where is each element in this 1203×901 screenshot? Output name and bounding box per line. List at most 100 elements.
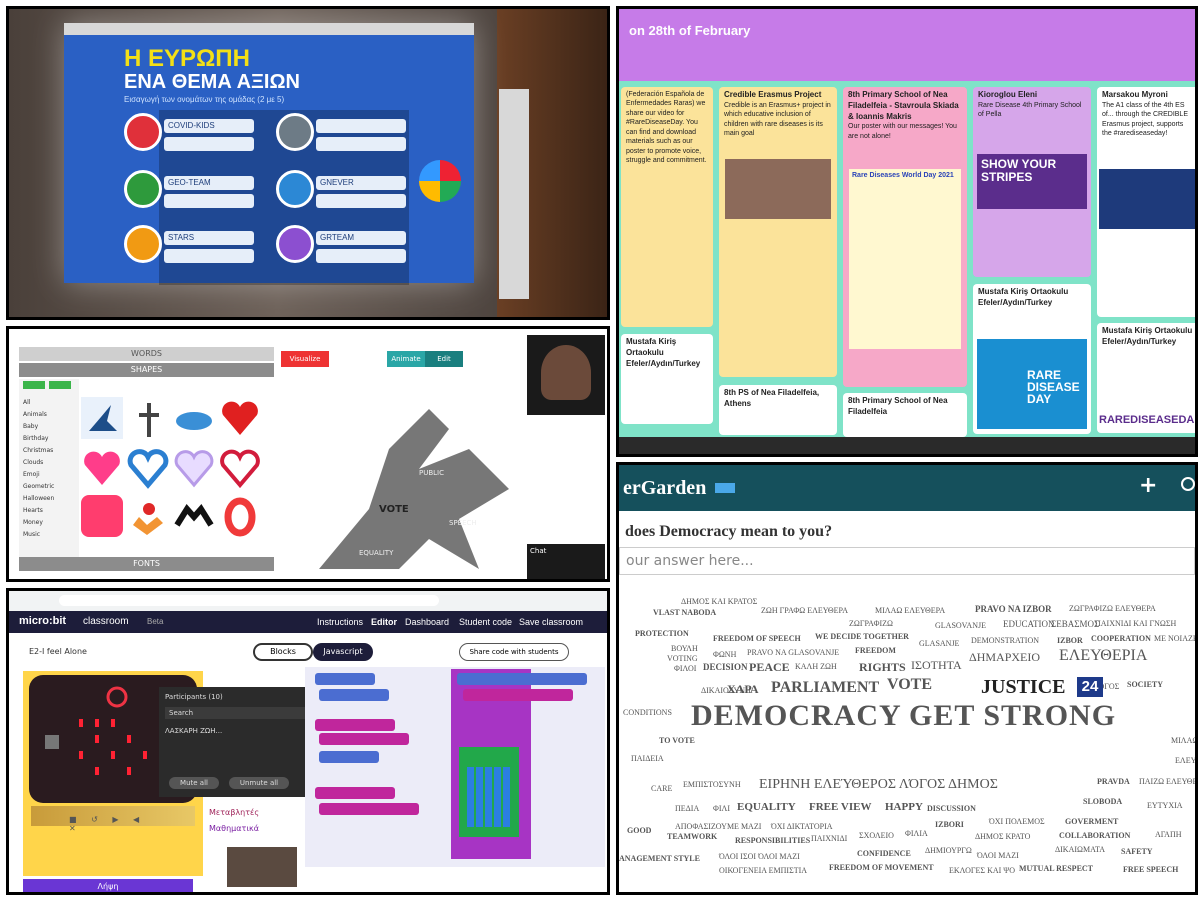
team-name-5[interactable]: GNEVER	[316, 176, 406, 190]
nav-editor[interactable]: Editor	[371, 617, 397, 627]
answer-input[interactable]: our answer here...	[619, 547, 1195, 575]
unmute-all-button[interactable]: Unmute all	[229, 777, 289, 789]
ring-shape-icon[interactable]	[219, 495, 261, 537]
nav-dashboard[interactable]: Dashboard	[405, 617, 449, 627]
code-block[interactable]	[457, 673, 587, 685]
question-title: does Democracy mean to you?	[625, 523, 833, 540]
participant-item[interactable]: ΛΑΣΚΑΡΗ ΖΩΗ...	[165, 725, 313, 737]
dancer-shape-icon[interactable]	[81, 397, 123, 439]
swirl-heart-shape-icon[interactable]	[219, 447, 261, 489]
padlet-post[interactable]: Credible Erasmus Project Credible is an E…	[719, 87, 837, 377]
participants-search[interactable]: Search	[165, 707, 313, 719]
category-math[interactable]: Μαθηματικά	[209, 824, 289, 836]
sim-controls[interactable]: ■ ↺ ▶ ◀ ✕	[69, 815, 149, 833]
category-variables[interactable]: Μεταβλητές	[209, 808, 289, 820]
cloud-word: EQUALITY	[359, 549, 394, 557]
team-member-slot[interactable]	[164, 137, 254, 151]
heart-badge-shape-icon[interactable]	[81, 495, 123, 537]
team-name-1[interactable]: COVID-KIDS	[164, 119, 254, 133]
blue-heart-shape-icon[interactable]	[127, 447, 169, 489]
padlet-post[interactable]: 8th Primary School of Nea Filadelfeia	[843, 393, 967, 437]
projected-quiz-screen: Η ΕΥΡΩΠΗ ΕΝΑ ΘΕΜΑ ΑΞΙΩΝ Εισαγωγή των ονο…	[64, 23, 474, 285]
robot-shape-icon[interactable]	[127, 397, 169, 439]
mute-all-button[interactable]: Mute all	[169, 777, 219, 789]
add-image-button[interactable]	[23, 381, 45, 389]
team-name-2[interactable]: GEO-TEAM	[164, 176, 254, 190]
lavender-heart-shape-icon[interactable]	[173, 447, 215, 489]
heart-shape-icon[interactable]	[219, 397, 261, 439]
hashtag-text: RAREDISEASEDA	[1099, 414, 1195, 426]
code-block[interactable]	[319, 689, 389, 701]
cloud-word: VOTING	[667, 654, 698, 663]
cloud-word: ΜΕ ΝΟΙΑΖΕΙ	[1154, 634, 1198, 643]
code-block[interactable]	[319, 803, 419, 815]
big-word: PARLIAMENT	[771, 679, 880, 696]
cloud-shape-icon[interactable]	[173, 397, 215, 439]
nav-save-classroom[interactable]: Save classroom	[519, 617, 583, 627]
edit-button[interactable]: Edit	[425, 351, 463, 367]
cloud-word: ΜΙΛΑΩ ΕΛΕΥΘΕΡΑ	[875, 606, 946, 615]
cloud-word: ΙΣΟΤΗΤΑ	[911, 658, 962, 672]
add-text-button[interactable]	[49, 381, 71, 389]
visualize-button[interactable]: Visualize	[281, 351, 329, 367]
code-block[interactable]	[315, 787, 395, 799]
category-list[interactable]: All Animals Baby Birthday Christmas Clouds Emo…	[23, 397, 63, 541]
code-block[interactable]	[319, 751, 379, 763]
cloud-word: RESPONSIBILITIES	[735, 836, 811, 845]
cloud-word: ΜΙΛΑΩ	[1171, 736, 1198, 745]
team-name-6[interactable]: GRTEAM	[316, 231, 406, 245]
team-red-icon	[124, 113, 162, 151]
search-icon[interactable]	[1181, 477, 1195, 491]
tab-fonts[interactable]: FONTS	[19, 557, 274, 571]
cloud-word: ΌΧΙ ΔΙΚΤΑΤΟΡΙΑ	[771, 822, 833, 831]
pink-heart-shape-icon[interactable]	[81, 447, 123, 489]
code-block[interactable]	[319, 733, 409, 745]
cloud-word: TEAMWORK	[667, 832, 718, 841]
share-code-button[interactable]: Share code with students	[459, 643, 569, 661]
add-icon[interactable]: +	[1139, 473, 1157, 498]
team-name-3[interactable]: STARS	[164, 231, 254, 245]
participants-panel: Participants (10) Search ΛΑΣΚΑΡΗ ΖΩΗ... …	[159, 687, 319, 797]
hands-heart-shape-icon[interactable]	[127, 495, 169, 537]
team-blue-icon	[276, 170, 314, 208]
stripes-image: SHOW YOUR STRIPES	[977, 154, 1087, 209]
code-block[interactable]	[315, 719, 395, 731]
download-button[interactable]: Λήψη	[23, 879, 193, 892]
led-grid[interactable]	[467, 767, 511, 827]
video-tile	[527, 335, 605, 415]
nav-student-code[interactable]: Student code	[459, 617, 512, 627]
team-member-slot[interactable]	[164, 249, 254, 263]
team-name-4[interactable]	[316, 119, 406, 133]
cloud-word: ΕΛΕΥ	[1175, 756, 1197, 765]
team-member-slot[interactable]	[316, 194, 406, 208]
padlet-post[interactable]: Mustafa Kiriş Ortaokulu Efeler/Aydın/Tur…	[621, 334, 713, 424]
projection-photo-panel: Η ΕΥΡΩΠΗ ΕΝΑ ΘΕΜΑ ΑΞΙΩΝ Εισαγωγή των ονο…	[6, 6, 610, 320]
hand-heart-shape-icon[interactable]	[173, 495, 215, 537]
cloud-word: MUTUAL RESPECT	[1019, 864, 1094, 873]
tab-words[interactable]: WORDS	[19, 347, 274, 361]
team-member-slot[interactable]	[316, 137, 406, 151]
microbit-logo: micro:bit	[19, 615, 67, 627]
project-name[interactable]: E2-I feel Alone	[29, 647, 87, 656]
cloud-word: COOPERATION	[1091, 634, 1151, 643]
tab-shapes[interactable]: SHAPES	[19, 363, 274, 377]
animate-button[interactable]: Animate	[387, 351, 425, 367]
team-member-slot[interactable]	[164, 194, 254, 208]
wordart-editor-panel: WORDS SHAPES All Animals Baby Birthday Chris…	[6, 326, 610, 582]
nav-instructions[interactable]: Instructions	[317, 617, 363, 627]
code-block[interactable]	[463, 689, 573, 701]
code-block[interactable]	[315, 673, 375, 685]
cloud-word: HAPPY	[885, 801, 923, 813]
padlet-header: on 28th of February	[619, 9, 1195, 81]
team-member-slot[interactable]	[316, 249, 406, 263]
chat-box[interactable]: Chat	[527, 544, 605, 579]
padlet-post[interactable]: (Federación Española de Enfermedades Rar…	[621, 87, 713, 327]
cloud-word: ΖΩΗ ΓΡΑΦΩ ΕΛΕΥΘΕΡΑ	[761, 606, 849, 615]
microbit-header: micro:bit classroom Beta Instructions Ed…	[9, 611, 607, 633]
address-bar[interactable]	[59, 595, 439, 606]
padlet-post[interactable]: 8th PS of Nea Filadelfeia, Athens	[719, 385, 837, 435]
cloud-word: ΔΗΜΙΟΥΡΓΩ	[925, 846, 972, 855]
tab-blocks[interactable]: Blocks	[253, 643, 313, 661]
tab-javascript[interactable]: Javascript	[313, 643, 373, 661]
cloud-word: GOVERMENT	[1065, 817, 1119, 826]
